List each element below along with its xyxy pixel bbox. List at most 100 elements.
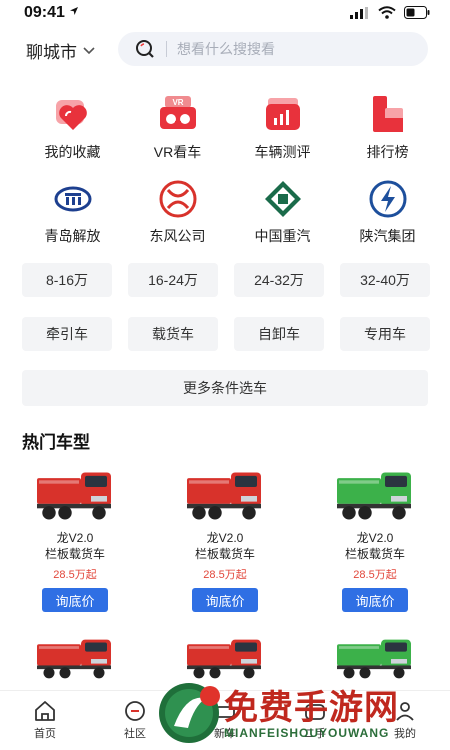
- city-label: 聊城市: [26, 43, 77, 62]
- hot-model-card[interactable]: 龙V2.0 栏板载货车 28.5万起 询底价: [150, 468, 300, 612]
- brand-label: 中国重汽: [254, 228, 311, 244]
- brand-row: 青岛解放 东风公司 中国重汽 陕汽集团: [0, 178, 450, 246]
- price-chip[interactable]: 8-16万: [22, 263, 112, 297]
- type-chip[interactable]: 载货车: [128, 317, 218, 351]
- truck-part: [342, 506, 356, 520]
- community-icon: [125, 701, 145, 721]
- price-filter-row: 8-16万 16-24万 24-32万 32-40万: [22, 263, 430, 297]
- faw-logo-icon: [54, 186, 91, 212]
- dongfeng-logo-icon: [159, 180, 196, 218]
- truck-part: [241, 496, 257, 502]
- status-time: 09:41: [24, 4, 79, 22]
- watermark: 免费手游网 MIANFEISHOUYOUWANG: [150, 676, 450, 750]
- truck-image: [337, 472, 411, 520]
- shortcut-ranking[interactable]: 排行榜: [335, 94, 440, 162]
- truck-part: [85, 642, 107, 652]
- truck-part: [391, 496, 407, 502]
- hot-model-card[interactable]: [0, 636, 150, 682]
- search-divider: [166, 41, 167, 57]
- model-name: 龙V2.0 栏板载货车: [194, 531, 255, 561]
- truck-part: [43, 667, 55, 679]
- truck-part: [192, 506, 206, 520]
- bar-chart-icon: [265, 98, 300, 130]
- truck-part: [93, 667, 105, 679]
- truck-part: [39, 646, 79, 649]
- shortcut-label: 车辆测评: [254, 144, 311, 160]
- truck-part: [91, 496, 107, 502]
- hot-model-card[interactable]: 龙V2.0 栏板载货车 28.5万起 询底价: [0, 468, 150, 612]
- shortcut-favorites[interactable]: 我的收藏: [20, 94, 125, 162]
- hot-models-title: 热门车型: [22, 433, 90, 452]
- more-filters-button[interactable]: 更多条件选车: [22, 370, 428, 406]
- header: 聊城市 想看什么搜搜看: [0, 32, 450, 68]
- model-price: 28.5万起: [53, 569, 97, 581]
- brand-sinotruk[interactable]: 中国重汽: [230, 178, 335, 246]
- city-selector[interactable]: 聊城市: [26, 38, 95, 63]
- svg-text:VR: VR: [172, 98, 183, 107]
- type-chip[interactable]: 专用车: [340, 317, 430, 351]
- brand-label: 青岛解放: [44, 228, 101, 244]
- brand-label: 陕汽集团: [359, 228, 416, 244]
- brand-faw[interactable]: 青岛解放: [20, 178, 125, 246]
- model-price: 28.5万起: [203, 569, 247, 581]
- price-chip[interactable]: 24-32万: [234, 263, 324, 297]
- shortcut-row: 我的收藏 VR VR看车 车辆测评 排行榜: [0, 94, 450, 162]
- truck-image: [37, 639, 111, 679]
- ask-price-button[interactable]: 询底价: [192, 588, 258, 612]
- search-placeholder: 想看什么搜搜看: [177, 41, 275, 57]
- home-icon: [35, 701, 55, 721]
- tab-home[interactable]: 首页: [0, 691, 90, 750]
- price-chip[interactable]: 32-40万: [340, 263, 430, 297]
- shortcut-review[interactable]: 车辆测评: [230, 94, 335, 162]
- truck-part: [339, 646, 379, 649]
- tab-label: 社区: [124, 728, 146, 740]
- type-filter-row: 牵引车 载货车 自卸车 专用车: [22, 317, 430, 351]
- ask-price-button[interactable]: 询底价: [342, 588, 408, 612]
- chevron-down-icon: [83, 46, 95, 54]
- truck-part: [392, 506, 406, 520]
- truck-image: [37, 472, 111, 520]
- brand-shacman[interactable]: 陕汽集团: [335, 178, 440, 246]
- hot-model-card[interactable]: 龙V2.0 栏板载货车 28.5万起 询底价: [300, 468, 450, 612]
- type-chip[interactable]: 牵引车: [22, 317, 112, 351]
- heart-stack-icon: [55, 100, 87, 130]
- truck-part: [235, 642, 257, 652]
- truck-part: [59, 667, 71, 679]
- hot-models-row: 龙V2.0 栏板载货车 28.5万起 询底价 龙V2.0 栏板载货车 28.5万起 …: [0, 468, 450, 612]
- truck-part: [39, 480, 79, 484]
- truck-part: [208, 506, 222, 520]
- brand-dongfeng[interactable]: 东风公司: [125, 178, 230, 246]
- truck-part: [385, 475, 407, 488]
- truck-part: [189, 646, 229, 649]
- watermark-text: 免费手游网: [224, 688, 399, 728]
- vr-goggles-icon: VR: [159, 96, 196, 129]
- signal-icon: [350, 6, 368, 19]
- truck-part: [242, 506, 256, 520]
- truck-part: [339, 480, 379, 484]
- model-name: 龙V2.0 栏板载货车: [344, 531, 405, 561]
- truck-part: [189, 480, 229, 484]
- location-arrow-icon: [70, 7, 79, 15]
- model-name: 龙V2.0 栏板载货车: [44, 531, 105, 561]
- price-chip[interactable]: 16-24万: [128, 263, 218, 297]
- truck-part: [385, 642, 407, 652]
- truck-part: [91, 659, 107, 664]
- truck-part: [358, 506, 372, 520]
- watermark-subtext: MIANFEISHOUYOUWANG: [224, 726, 390, 740]
- shacman-logo-icon: [369, 180, 406, 218]
- shortcut-label: 排行榜: [366, 144, 409, 160]
- status-bar: 09:41: [0, 0, 450, 28]
- shortcut-label: VR看车: [153, 144, 202, 160]
- search-icon: [136, 40, 154, 58]
- status-icons: [350, 6, 430, 19]
- type-chip[interactable]: 自卸车: [234, 317, 324, 351]
- truck-part: [235, 475, 257, 488]
- ask-price-button[interactable]: 询底价: [42, 588, 108, 612]
- shortcut-vr[interactable]: VR VR看车: [125, 94, 230, 162]
- truck-part: [58, 506, 72, 520]
- search-input[interactable]: 想看什么搜搜看: [118, 32, 428, 66]
- sinotruk-logo-icon: [264, 181, 301, 217]
- tab-label: 首页: [34, 728, 56, 740]
- truck-image: [187, 472, 261, 520]
- wifi-icon: [378, 6, 396, 19]
